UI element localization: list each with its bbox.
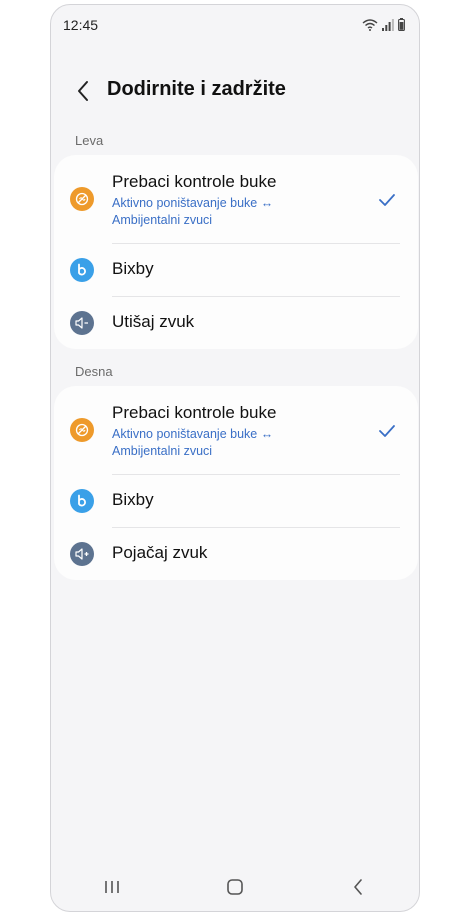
signal-icon xyxy=(382,19,394,31)
phone-frame: 12:45 Dodirnite i zadržite Leva Prebaci … xyxy=(50,4,420,912)
status-bar: 12:45 xyxy=(51,5,419,45)
option-subtitle-line1: Aktivno poništavanje buke ↔ xyxy=(112,427,274,441)
home-icon xyxy=(227,879,243,895)
option-subtitle-line2: Ambijentalni zvuci xyxy=(112,213,213,227)
battery-icon xyxy=(398,18,405,31)
back-button[interactable] xyxy=(69,77,97,105)
status-icons xyxy=(362,18,405,31)
status-time: 12:45 xyxy=(63,17,99,33)
nav-back-button[interactable] xyxy=(338,867,378,907)
option-title: Bixby xyxy=(112,259,154,278)
wifi-icon xyxy=(362,19,378,31)
right-options-card: Prebaci kontrole buke Aktivno poništavan… xyxy=(54,386,418,580)
page-title: Dodirnite i zadržite xyxy=(107,78,286,100)
checkmark-icon xyxy=(379,194,395,206)
noise-control-icon xyxy=(70,187,94,211)
home-button[interactable] xyxy=(215,867,255,907)
right-option-bixby[interactable]: Bixby xyxy=(54,475,418,527)
option-title: Utišaj zvuk xyxy=(112,312,195,331)
option-subtitle-line2: Ambijentalni zvuci xyxy=(112,444,213,458)
right-option-volume-up[interactable]: Pojačaj zvuk xyxy=(54,528,418,580)
chevron-left-icon xyxy=(78,81,88,101)
bixby-icon xyxy=(70,489,94,513)
option-title: Prebaci kontrole buke xyxy=(112,403,277,422)
navigation-bar xyxy=(51,863,419,911)
section-label-right: Desna xyxy=(75,364,113,379)
chevron-left-icon xyxy=(353,879,362,895)
volume-down-icon xyxy=(70,311,94,335)
option-title: Prebaci kontrole buke xyxy=(112,172,277,191)
left-option-volume-down[interactable]: Utišaj zvuk xyxy=(54,297,418,349)
left-options-card: Prebaci kontrole buke Aktivno poništavan… xyxy=(54,155,418,349)
recent-apps-button[interactable] xyxy=(92,867,132,907)
recent-apps-icon xyxy=(105,881,120,893)
section-label-left: Leva xyxy=(75,133,104,148)
right-option-noise-control[interactable]: Prebaci kontrole buke Aktivno poništavan… xyxy=(54,386,418,474)
header: Dodirnite i zadržite xyxy=(51,67,419,115)
option-subtitle-line1: Aktivno poništavanje buke ↔ xyxy=(112,196,274,210)
bixby-icon xyxy=(70,258,94,282)
volume-up-icon xyxy=(70,542,94,566)
option-title: Pojačaj zvuk xyxy=(112,543,208,562)
left-option-noise-control[interactable]: Prebaci kontrole buke Aktivno poništavan… xyxy=(54,155,418,243)
noise-control-icon xyxy=(70,418,94,442)
checkmark-icon xyxy=(379,425,395,437)
left-option-bixby[interactable]: Bixby xyxy=(54,244,418,296)
option-title: Bixby xyxy=(112,490,154,509)
